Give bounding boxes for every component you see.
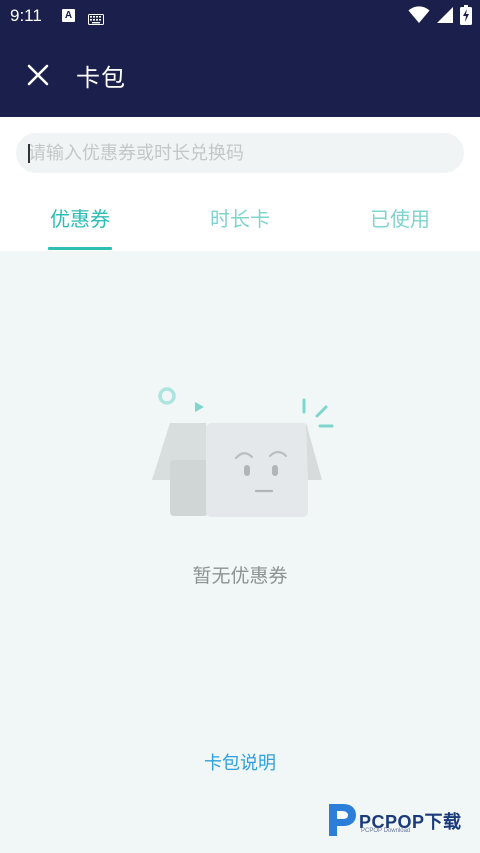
watermark-sub: PCPOP Download xyxy=(361,828,411,834)
accessibility-badge: A xyxy=(62,9,75,22)
tab-coupons[interactable]: 优惠券 xyxy=(40,199,120,251)
signal-icon xyxy=(436,6,454,28)
keyboard-icon xyxy=(88,10,104,29)
pcpop-logo-icon xyxy=(329,804,356,836)
app-bar: 卡包 xyxy=(0,32,480,117)
empty-box-face-icon xyxy=(152,387,334,517)
tab-bar: 优惠券 时长卡 已使用 xyxy=(0,199,480,251)
tab-duration-cards[interactable]: 时长卡 xyxy=(200,199,280,251)
text-cursor xyxy=(28,144,30,163)
status-bar: 9:11 A xyxy=(0,0,480,32)
search-box xyxy=(16,133,464,173)
tab-used[interactable]: 已使用 xyxy=(360,199,440,251)
active-tab-indicator xyxy=(48,247,112,250)
tab-label: 优惠券 xyxy=(50,207,110,231)
close-button[interactable] xyxy=(22,59,54,91)
tab-label: 时长卡 xyxy=(210,207,270,231)
battery-charging-icon xyxy=(460,5,472,29)
page-title: 卡包 xyxy=(76,64,126,92)
empty-message: 暂无优惠券 xyxy=(192,565,288,587)
watermark: PCPOP下载 PCPOP Download xyxy=(326,800,476,840)
status-time: 9:11 xyxy=(10,6,42,25)
wifi-icon xyxy=(408,6,430,28)
card-wallet-help-link[interactable]: 卡包说明 xyxy=(0,749,480,775)
close-icon xyxy=(27,64,49,86)
redeem-code-input[interactable] xyxy=(28,133,448,173)
top-panel: 优惠券 时长卡 已使用 xyxy=(0,117,480,251)
tab-label: 已使用 xyxy=(370,207,430,231)
